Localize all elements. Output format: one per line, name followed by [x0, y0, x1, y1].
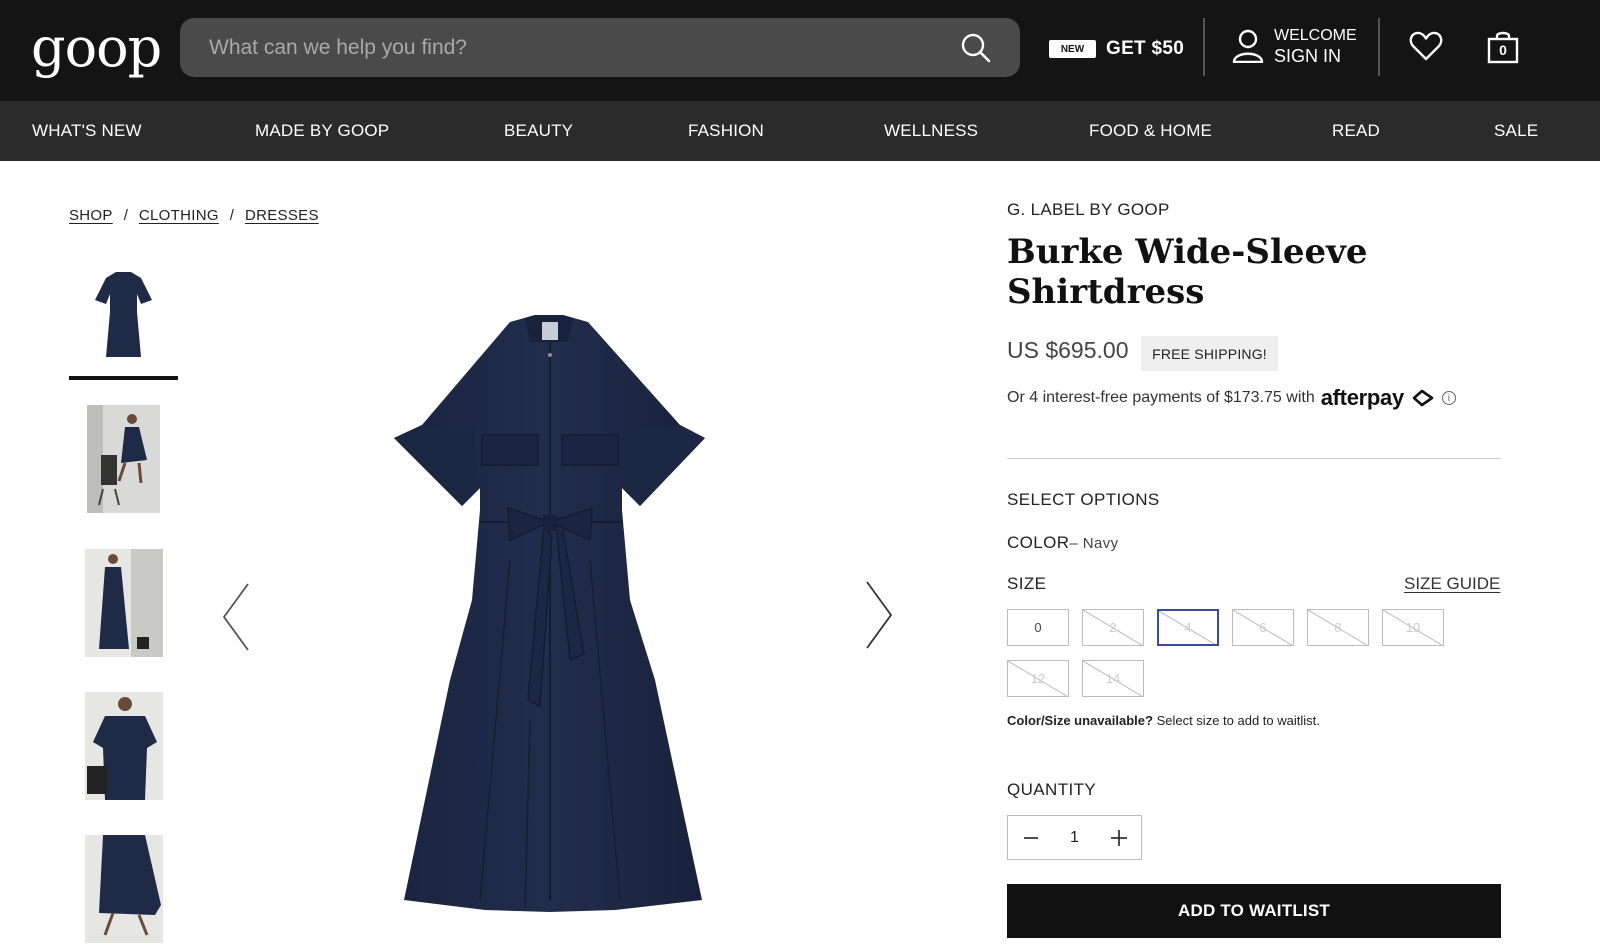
- welcome-text: WELCOME: [1274, 27, 1357, 44]
- sign-in-link[interactable]: WELCOME SIGN IN: [1232, 26, 1357, 66]
- nav-food-and-home[interactable]: FOOD & HOME: [1089, 101, 1212, 161]
- nav-whats-new[interactable]: WHAT'S NEW: [32, 101, 142, 161]
- next-image-arrow-icon[interactable]: [864, 580, 894, 650]
- add-to-waitlist-button[interactable]: ADD TO WAITLIST: [1007, 884, 1501, 938]
- waitlist-note: Color/Size unavailable? Select size to a…: [1007, 713, 1320, 728]
- main-nav: WHAT'S NEW MADE BY GOOP BEAUTY FASHION W…: [0, 101, 1600, 161]
- size-option[interactable]: 2: [1082, 609, 1144, 646]
- breadcrumb-shop[interactable]: SHOP: [69, 207, 113, 224]
- size-option[interactable]: 4: [1157, 609, 1219, 646]
- shopping-bag-button[interactable]: 0: [1487, 30, 1519, 64]
- goop-logo[interactable]: goop: [31, 8, 162, 88]
- nav-wellness[interactable]: WELLNESS: [884, 101, 978, 161]
- thumbnail-3[interactable]: [85, 549, 163, 657]
- nav-made-by-goop[interactable]: MADE BY GOOP: [255, 101, 389, 161]
- waitlist-note-bold: Color/Size unavailable?: [1007, 713, 1153, 728]
- promo-text: GET $50: [1106, 38, 1185, 59]
- dress-thumbnail-image: [69, 262, 178, 376]
- search-input[interactable]: [209, 18, 929, 77]
- size-option[interactable]: 14: [1082, 660, 1144, 697]
- size-label: 0: [1034, 620, 1042, 635]
- afterpay-line: Or 4 interest-free payments of $173.75 w…: [1007, 385, 1456, 411]
- size-guide-link[interactable]: SIZE GUIDE: [1404, 574, 1500, 594]
- header-divider: [1378, 18, 1380, 76]
- search-icon[interactable]: [960, 32, 992, 64]
- cart-count: 0: [1499, 42, 1507, 58]
- model-seated-thumbnail-image: [87, 405, 160, 513]
- size-option[interactable]: 8: [1307, 609, 1369, 646]
- user-icon: [1232, 29, 1264, 63]
- size-label: 8: [1334, 620, 1342, 635]
- model-standing-thumbnail-image: [85, 549, 163, 657]
- breadcrumb-separator: /: [229, 207, 234, 224]
- nav-fashion[interactable]: FASHION: [688, 101, 764, 161]
- free-shipping-badge: FREE SHIPPING!: [1141, 336, 1278, 371]
- color-label: COLOR: [1007, 533, 1070, 552]
- size-label: 12: [1030, 671, 1046, 686]
- breadcrumb: SHOP / CLOTHING / DRESSES: [69, 207, 319, 224]
- top-bar: goop NEW GET $50 WELCOME SIGN IN 0: [0, 0, 1600, 101]
- afterpay-arrows-icon: [1412, 389, 1434, 407]
- nav-beauty[interactable]: BEAUTY: [504, 101, 573, 161]
- size-label: 4: [1184, 620, 1192, 635]
- select-options-heading: SELECT OPTIONS: [1007, 490, 1160, 509]
- quantity-label: QUANTITY: [1007, 780, 1097, 799]
- thumbnail-5[interactable]: [85, 835, 163, 943]
- nav-read[interactable]: READ: [1332, 101, 1380, 161]
- size-option[interactable]: 6: [1232, 609, 1294, 646]
- size-label: 6: [1259, 620, 1267, 635]
- afterpay-logo: afterpay: [1320, 385, 1405, 410]
- search-bar[interactable]: [180, 18, 1020, 77]
- thumbnail-1[interactable]: [69, 262, 178, 380]
- info-icon[interactable]: i: [1441, 391, 1456, 405]
- size-option[interactable]: 10: [1382, 609, 1444, 646]
- model-walking-thumbnail-image: [85, 835, 163, 943]
- installments-text: Or 4 interest-free payments of $173.75 w…: [1007, 389, 1315, 406]
- size-label: SIZE: [1007, 574, 1047, 593]
- product-price: US $695.00: [1007, 337, 1129, 363]
- new-badge: NEW: [1049, 40, 1096, 58]
- thumbnail-2[interactable]: [87, 405, 160, 513]
- breadcrumb-clothing[interactable]: CLOTHING: [139, 207, 219, 224]
- thumbnail-4[interactable]: [85, 692, 163, 800]
- divider: [1007, 458, 1501, 459]
- size-label: 14: [1105, 671, 1121, 686]
- header-divider: [1203, 18, 1205, 76]
- nav-sale[interactable]: SALE: [1494, 101, 1538, 161]
- model-closeup-thumbnail-image: [85, 692, 163, 800]
- waitlist-note-text: Select size to add to waitlist.: [1156, 713, 1320, 728]
- sign-in-text: SIGN IN: [1274, 46, 1342, 66]
- product-title: Burke Wide-Sleeve Shirtdress: [1007, 232, 1368, 312]
- previous-image-arrow-icon[interactable]: [221, 582, 251, 652]
- brand-name[interactable]: G. LABEL BY GOOP: [1007, 200, 1170, 220]
- color-value: – Navy: [1069, 535, 1119, 552]
- size-option[interactable]: 12: [1007, 660, 1069, 697]
- quantity-value[interactable]: 1: [1053, 829, 1096, 847]
- increase-quantity-button[interactable]: [1096, 816, 1141, 859]
- breadcrumb-separator: /: [123, 207, 128, 224]
- quantity-stepper: 1: [1007, 815, 1142, 860]
- size-label: 10: [1405, 620, 1421, 635]
- main-product-image[interactable]: [210, 260, 900, 940]
- minus-icon: [1023, 836, 1038, 839]
- navy-shirtdress-image: [394, 315, 705, 912]
- color-row: COLOR– Navy: [1007, 533, 1119, 553]
- decrease-quantity-button[interactable]: [1008, 816, 1053, 859]
- size-option[interactable]: 0: [1007, 609, 1069, 646]
- breadcrumb-dresses[interactable]: DRESSES: [245, 207, 319, 224]
- size-label: 2: [1109, 620, 1117, 635]
- get-50-promo-link[interactable]: NEW GET $50: [1049, 34, 1184, 64]
- heart-icon[interactable]: [1409, 30, 1443, 62]
- plus-icon: [1110, 829, 1127, 846]
